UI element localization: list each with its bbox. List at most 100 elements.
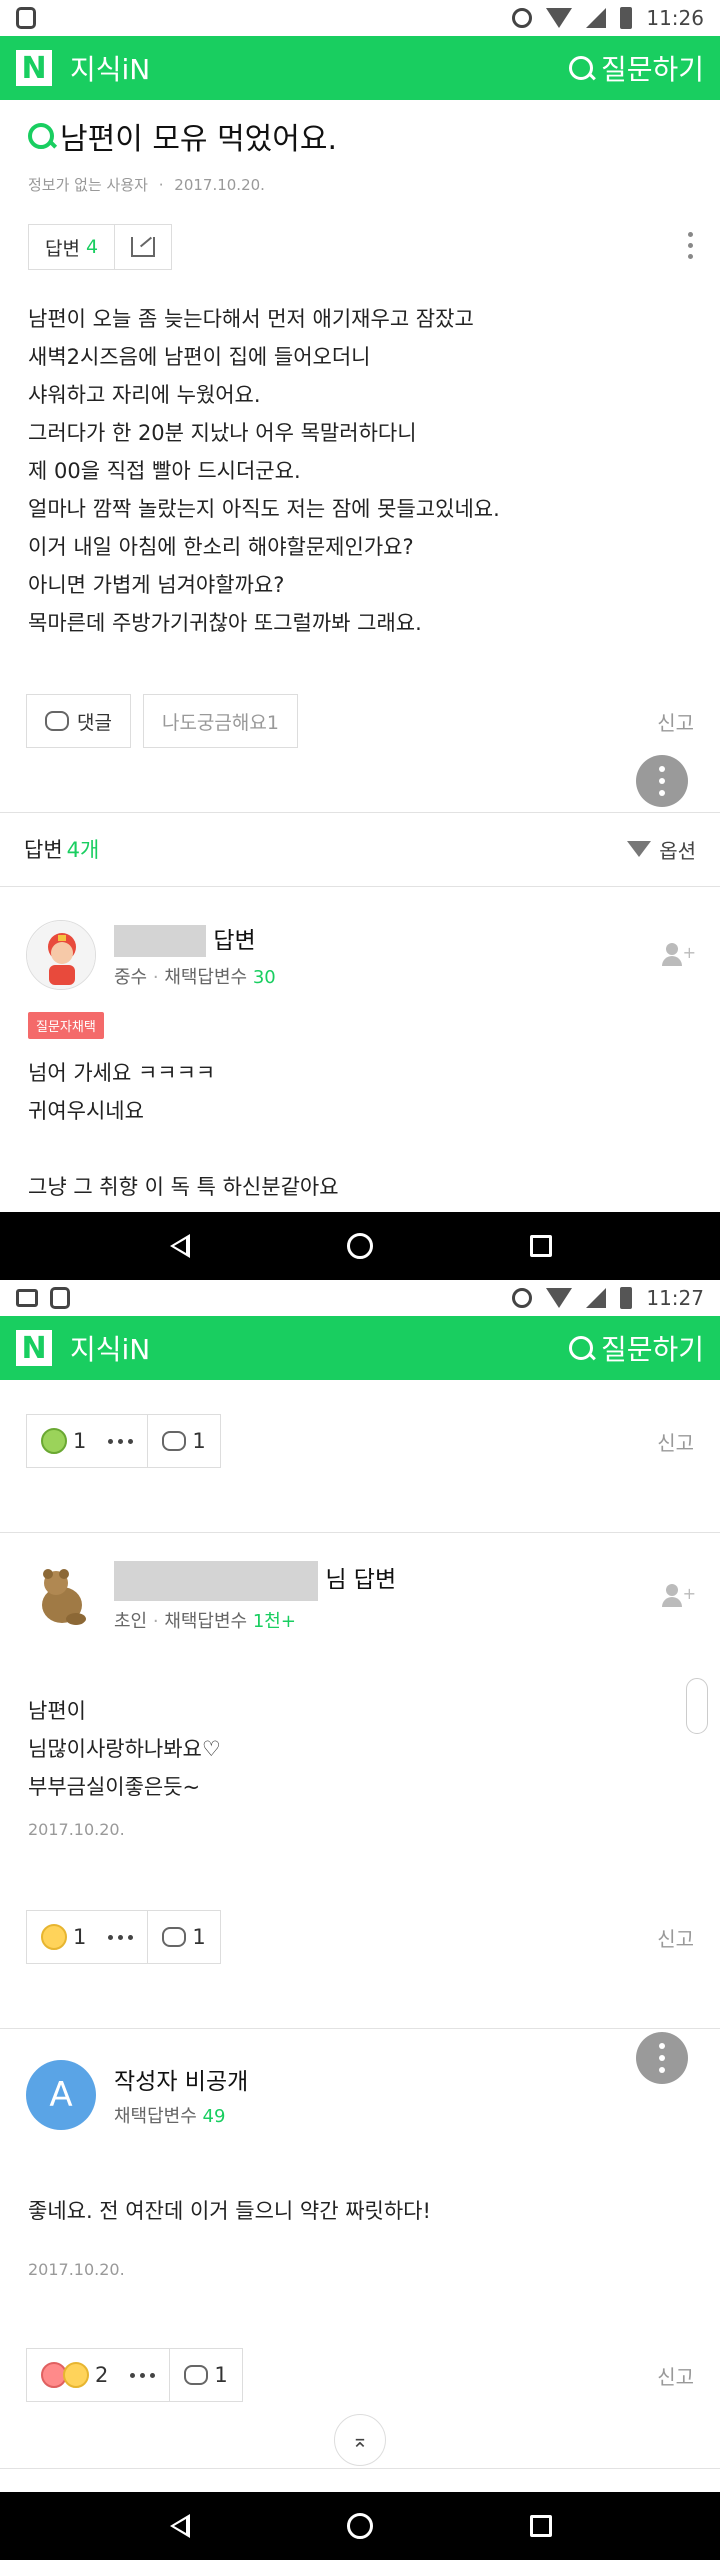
signal-icon — [586, 8, 607, 28]
answer-line — [28, 1130, 339, 1168]
answer2-reaction-box: 1 1 — [26, 1910, 221, 1964]
emoji-reaction-button[interactable]: 1 — [27, 1911, 147, 1963]
home-icon[interactable] — [346, 2513, 373, 2539]
emoji-count: 2 — [95, 2363, 109, 2387]
app-title[interactable]: 지식iN — [70, 1328, 150, 1368]
question-author[interactable]: 정보가 없는 사용자 — [28, 176, 148, 194]
add-user-icon[interactable]: + — [662, 1584, 696, 1608]
alarm-icon — [512, 8, 533, 28]
share-button[interactable] — [114, 225, 171, 269]
question-more-icon[interactable] — [688, 232, 694, 259]
question-title-row: 남편이 모유 먹었어요. — [0, 100, 720, 158]
answer1-stats: 중수 · 채택답변수 30 — [114, 967, 276, 989]
app-bar: N 지식iN 질문하기 — [0, 1316, 720, 1380]
answer-count-label: 답변 — [45, 237, 80, 260]
report-link[interactable]: 신고 — [657, 1923, 694, 1952]
options-filter-button[interactable]: 옵션 — [627, 835, 696, 864]
emoji-reaction-button[interactable]: 1 — [27, 1415, 147, 1467]
smile-emoji-icon — [41, 1924, 67, 1950]
divider — [0, 2028, 720, 2029]
answer-comment-button[interactable]: 1 — [147, 1911, 219, 1963]
floating-more-button[interactable] — [636, 755, 688, 807]
question-line: 목마른데 주방가기귀찮아 또그럴까봐 그래요. — [28, 611, 422, 635]
emoji-reaction-button[interactable]: 2 — [27, 2349, 169, 2401]
status-time: 11:26 — [646, 6, 704, 30]
more-reactions-icon — [108, 1934, 134, 1940]
answer2-reaction-row: 1 1 신고 — [0, 1910, 720, 1964]
bus-icon — [50, 1287, 70, 1309]
ask-question-label: 질문하기 — [600, 1333, 704, 1366]
surprised-emoji-icon — [41, 1428, 67, 1454]
answer-line: 귀여우시네요 — [28, 1099, 144, 1123]
answer-line: 부부금실이좋은듯~ — [28, 1775, 201, 1799]
scroll-to-top-button[interactable]: ⌅ — [334, 2414, 386, 2466]
options-label: 옵션 — [659, 838, 696, 863]
comment-count: 1 — [192, 1925, 206, 1949]
floating-more-button[interactable] — [636, 2032, 688, 2084]
kebab-icon — [659, 2043, 665, 2073]
divider — [0, 1532, 720, 1533]
ask-question-label: 질문하기 — [600, 53, 704, 86]
back-icon[interactable] — [168, 2514, 191, 2538]
scrollbar-handle[interactable] — [686, 1678, 708, 1734]
emoji-count: 1 — [73, 1429, 87, 1453]
report-link[interactable]: 신고 — [657, 1427, 694, 1456]
recent-apps-icon[interactable] — [529, 2515, 552, 2537]
naver-logo[interactable]: N — [16, 1330, 52, 1366]
answer-comment-button[interactable]: 1 — [147, 1415, 219, 1467]
answer1-tag: 질문자채택 — [28, 1012, 104, 1039]
answer2-adopt-count: 1천+ — [252, 1610, 296, 1632]
image-icon — [16, 1289, 38, 1307]
smile-emoji-icon — [63, 2362, 89, 2388]
comment-label: 댓글 — [77, 711, 112, 734]
answer-count-button[interactable]: 답변 4 — [29, 225, 114, 269]
add-user-icon[interactable]: + — [662, 943, 696, 967]
answer1-info: 답변 중수 · 채택답변수 30 — [114, 921, 276, 990]
question-line: 새벽2시즈음에 남편이 집에 들어오더니 — [28, 345, 371, 369]
ask-question-button[interactable]: 질문하기 — [568, 48, 704, 88]
back-icon[interactable] — [168, 1234, 191, 1258]
comment-count: 1 — [192, 1429, 206, 1453]
answer-comment-button[interactable]: 1 — [169, 2349, 241, 2401]
app-title[interactable]: 지식iN — [70, 48, 150, 88]
answer1-avatar[interactable] — [26, 920, 96, 990]
me-too-curious-button[interactable]: 나도궁금해요1 — [142, 694, 298, 748]
status-time: 11:27 — [646, 1286, 704, 1310]
me-too-curious-label: 나도궁금해요1 — [161, 711, 279, 734]
battery-icon — [620, 7, 633, 29]
status-bar: 11:26 — [0, 0, 720, 36]
question-date: 2017.10.20. — [174, 176, 265, 194]
answer2-body: 남편이 님많이사랑하나봐요♡ 부부금실이좋은듯~ — [0, 1692, 249, 1806]
question-line: 얼마나 깜짝 놀랐는지 아직도 저는 잠에 못들고있네요. — [28, 497, 500, 521]
answer1-header: 답변 중수 · 채택답변수 30 + — [26, 920, 696, 990]
question-line: 제 00을 직접 빨아 드시더군요. — [28, 459, 301, 483]
status-bar: 11:27 — [0, 1280, 720, 1316]
divider — [0, 2468, 720, 2469]
naver-logo[interactable]: N — [16, 50, 52, 86]
emoji-count: 1 — [73, 1925, 87, 1949]
answers-header: 답변 4개 옵션 — [0, 812, 720, 886]
meta-separator: · — [158, 176, 164, 194]
report-link[interactable]: 신고 — [657, 2361, 694, 2390]
filter-icon — [627, 841, 652, 857]
wifi-icon — [546, 1288, 573, 1308]
comment-icon — [162, 1927, 187, 1947]
home-icon[interactable] — [346, 1233, 373, 1259]
answer2-adopt-label: 채택답변수 — [164, 1610, 248, 1632]
report-link[interactable]: 신고 — [657, 707, 694, 736]
answer3-reaction-row: 2 1 신고 — [0, 2348, 720, 2402]
answer-line: 넘어 가세요 ㅋㅋㅋㅋ — [28, 1061, 216, 1085]
answer-share-group: 답변 4 — [28, 224, 173, 270]
wifi-icon — [546, 8, 573, 28]
answer2-avatar[interactable] — [26, 1561, 96, 1632]
ask-question-button[interactable]: 질문하기 — [568, 1328, 704, 1368]
search-q-icon — [568, 56, 593, 80]
comment-count: 1 — [214, 2363, 228, 2387]
answer3-avatar[interactable]: A — [26, 2060, 96, 2130]
answer1-name-row: 답변 — [114, 921, 276, 958]
question-line: 그러다가 한 20분 지났나 어우 목말러하다니 — [28, 421, 417, 445]
comment-button[interactable]: 댓글 — [26, 694, 131, 748]
answer1-adopt-count: 30 — [252, 967, 276, 989]
recent-apps-icon[interactable] — [529, 1235, 552, 1257]
bus-icon — [16, 7, 36, 29]
